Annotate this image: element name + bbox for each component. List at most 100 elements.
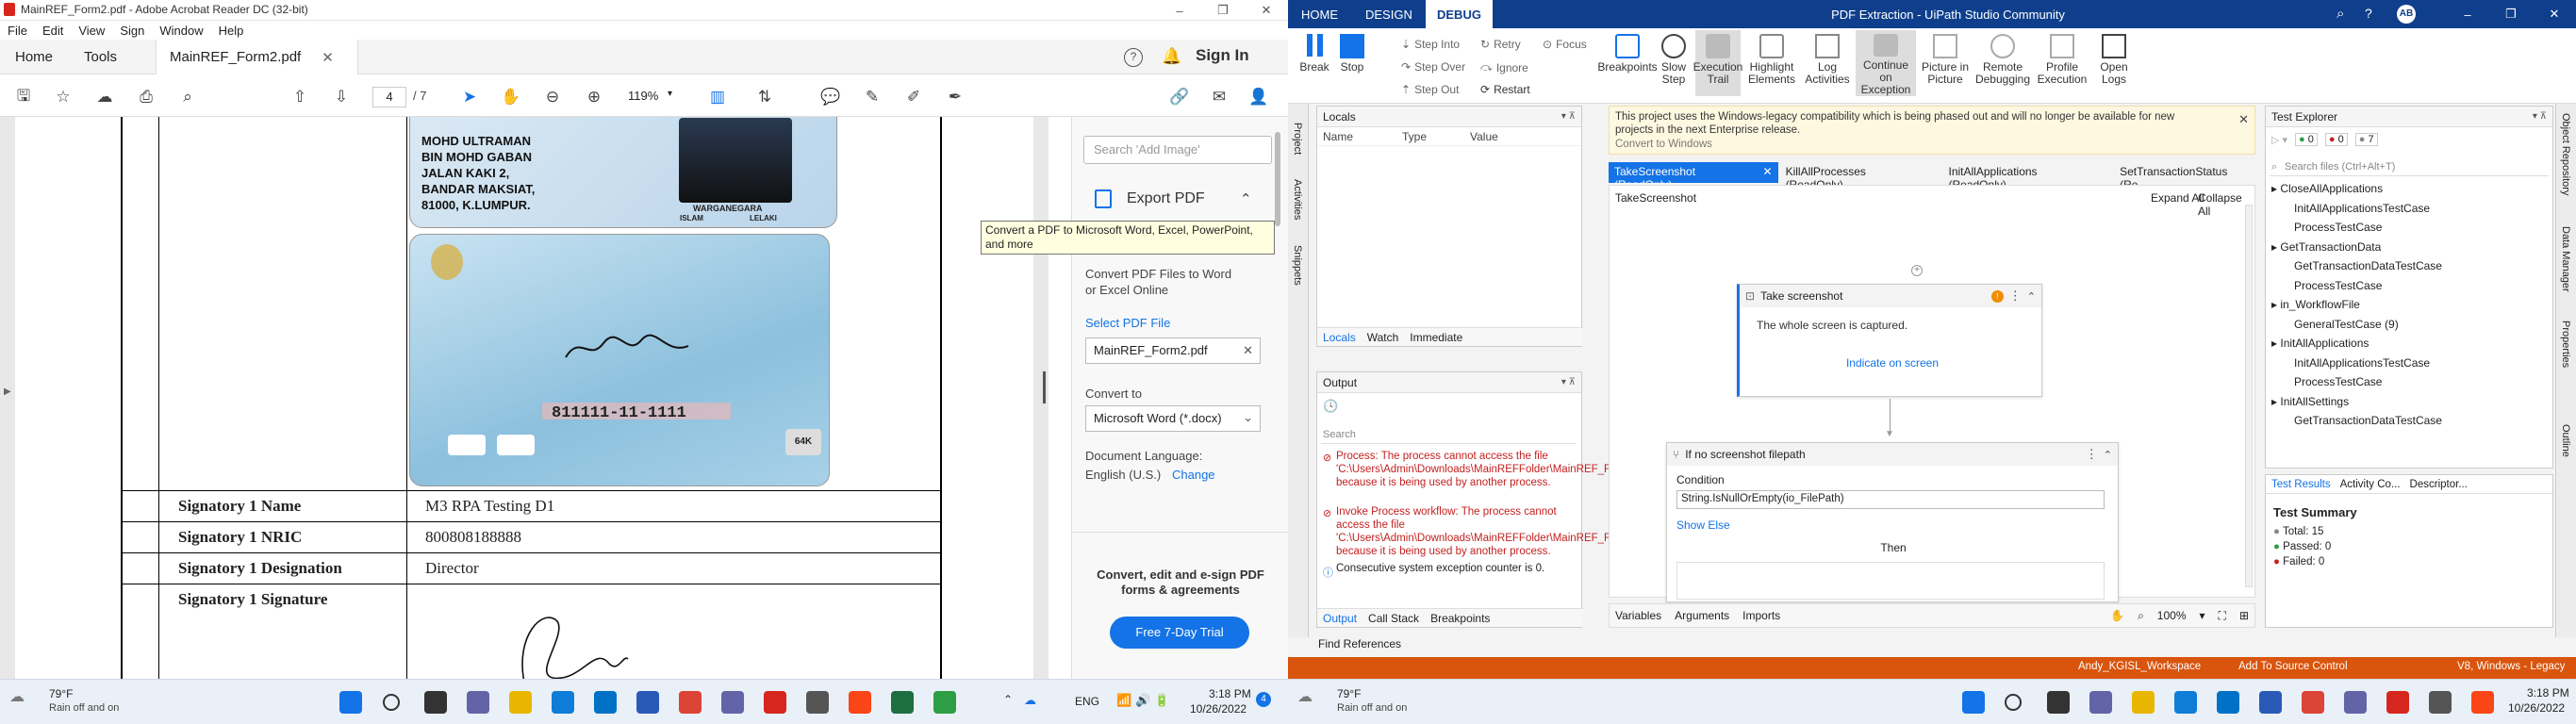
clock-icon[interactable]: 🕓 <box>1323 399 1338 414</box>
change-language-link[interactable]: Change <box>1172 468 1215 482</box>
zoom-search-icon[interactable]: ⌕ <box>177 87 198 107</box>
doc-tab[interactable]: KillAllProcesses (ReadOnly) <box>1778 162 1934 191</box>
tab-tools[interactable]: Tools <box>71 40 130 74</box>
select-cursor-icon[interactable]: ➤ <box>459 87 480 107</box>
test-case-item[interactable]: ProcessTestCase <box>2294 221 2382 234</box>
close-icon[interactable]: ✕ <box>1245 0 1288 21</box>
failed-filter[interactable]: ● 0 <box>2324 133 2348 146</box>
page-up-icon[interactable]: ⇧ <box>289 87 310 107</box>
tab-immediate[interactable]: Immediate <box>1410 331 1462 344</box>
language-indicator[interactable]: ENG <box>1075 695 1099 708</box>
sign-in-link[interactable]: Sign In <box>1196 46 1249 65</box>
rail-activities[interactable]: Activities <box>1292 179 1303 220</box>
open-logs-button[interactable]: Open Logs <box>2095 34 2133 86</box>
collapse-icon[interactable]: ⌃ <box>2027 290 2036 303</box>
task-view-icon[interactable] <box>2047 691 2070 714</box>
tab-call-stack[interactable]: Call Stack <box>1368 612 1419 625</box>
file-explorer-icon[interactable] <box>509 691 532 714</box>
source-control-status[interactable]: Add To Source Control <box>2238 661 2348 672</box>
uipath-taskbar-icon[interactable] <box>849 691 871 714</box>
output-message-info[interactable]: Consecutive system exception counter is … <box>1336 563 1572 574</box>
more-options-icon[interactable]: ⋮ <box>2086 447 2098 462</box>
tab-close-icon[interactable]: ✕ <box>322 49 334 66</box>
test-group-item[interactable]: ▸ InitAllApplications <box>2271 337 2369 350</box>
weather-icon[interactable]: ☁ <box>9 687 25 706</box>
breakpoints-button[interactable]: Breakpoints <box>1597 34 1658 74</box>
uipath-taskbar-icon[interactable] <box>2471 691 2494 714</box>
menu-file[interactable]: File <box>8 24 27 38</box>
fit-screen-icon[interactable]: ⛶ <box>2219 609 2226 623</box>
test-case-item[interactable]: GetTransactionDataTestCase <box>2294 259 2442 272</box>
excel-icon[interactable] <box>891 691 914 714</box>
designer-scrollbar[interactable] <box>2245 205 2253 587</box>
notrun-filter[interactable]: ● 7 <box>2354 133 2378 146</box>
edge-icon[interactable] <box>2174 691 2197 714</box>
test-case-item[interactable]: InitAllApplicationsTestCase <box>2294 202 2430 215</box>
edge-icon[interactable] <box>552 691 574 714</box>
activity-take-screenshot[interactable]: ⊡ Take screenshot ! ⋮ ⌃ The whole screen… <box>1737 284 2042 397</box>
retry-button[interactable]: ↻ Retry <box>1480 38 1521 51</box>
document-view[interactable]: ▶ MOHD ULTRAMAN BIN MOHD GABAN JALAN KAK… <box>0 117 1049 679</box>
tab-test-results[interactable]: Test Results <box>2271 479 2331 490</box>
zoom-level[interactable]: 100% <box>2157 609 2187 622</box>
task-view-icon[interactable] <box>424 691 447 714</box>
wifi-icon[interactable]: 📶 <box>1116 693 1131 708</box>
doc-tab[interactable]: InitAllApplications (ReadOnly) <box>1941 162 2105 191</box>
settings-icon[interactable] <box>2429 691 2452 714</box>
then-container[interactable] <box>1676 562 2105 600</box>
page-layout-icon[interactable]: ▥ <box>707 87 728 107</box>
select-file-label[interactable]: Select PDF File <box>1085 316 1170 330</box>
break-button[interactable]: Break <box>1297 34 1331 74</box>
tab-document[interactable]: MainREF_Form2.pdf ✕ <box>156 40 358 74</box>
step-out-button[interactable]: ⇡ Step Out <box>1401 83 1459 96</box>
rail-object-repository[interactable]: Object Repository <box>2560 113 2571 195</box>
rail-data-manager[interactable]: Data Manager <box>2560 226 2571 292</box>
tab-home-uip[interactable]: HOME <box>1290 0 1349 28</box>
print-icon[interactable]: ⎙ <box>136 87 157 107</box>
restart-button[interactable]: ⟳ Restart <box>1480 83 1530 96</box>
help-icon[interactable]: ? <box>2365 6 2372 21</box>
acrobat-taskbar-icon[interactable] <box>764 691 786 714</box>
log-activities-button[interactable]: Log Activities <box>1803 34 1852 86</box>
test-case-item[interactable]: ProcessTestCase <box>2294 375 2382 388</box>
test-case-item[interactable]: ProcessTestCase <box>2294 279 2382 292</box>
minimize-icon[interactable]: – <box>2446 4 2489 25</box>
chrome-icon[interactable] <box>679 691 702 714</box>
minimize-icon[interactable]: – <box>1158 0 1201 21</box>
free-trial-button[interactable]: Free 7-Day Trial <box>1110 617 1249 649</box>
comment-icon[interactable]: 💬 <box>820 87 841 107</box>
condition-input[interactable]: String.IsNullOrEmpty(io_FilePath) <box>1676 490 2105 509</box>
add-activity-icon[interactable]: + <box>1911 265 1923 276</box>
rail-outline[interactable]: Outline <box>2560 424 2571 457</box>
rail-snippets[interactable]: Snippets <box>1292 245 1303 286</box>
step-into-button[interactable]: ⇣ Step Into <box>1401 38 1460 51</box>
workspace-status[interactable]: Andy_KGISL_Workspace <box>2078 661 2201 672</box>
compat-status[interactable]: V8, Windows - Legacy <box>2457 661 2565 672</box>
tab-descriptor[interactable]: Descriptor... <box>2410 479 2468 490</box>
menu-view[interactable]: View <box>78 24 105 38</box>
weather-temp[interactable]: 79°F <box>1337 687 1361 700</box>
test-group-item[interactable]: ▸ in_WorkflowFile <box>2271 298 2360 311</box>
picture-in-picture-button[interactable]: Picture in Picture <box>1920 34 1971 86</box>
share-link-icon[interactable]: 🔗 <box>1169 87 1190 107</box>
execution-trail-button[interactable]: Execution Trail <box>1693 30 1742 96</box>
tools-scrollbar[interactable] <box>1275 132 1280 226</box>
zoom-level[interactable]: 119% <box>628 89 658 103</box>
activity-if[interactable]: ⑂ If no screenshot filepath ⋮ ⌃ Conditio… <box>1666 442 2119 602</box>
slow-step-button[interactable]: Slow Step <box>1658 34 1690 86</box>
focus-button[interactable]: ⊙ Focus <box>1543 38 1587 51</box>
doc-tab[interactable]: SetTransactionStatus (Re <box>2112 162 2255 191</box>
pen-icon[interactable]: ✎ <box>862 87 883 107</box>
search-icon[interactable] <box>383 694 400 711</box>
find-references-tab[interactable]: Find References <box>1318 637 1401 650</box>
word-icon[interactable] <box>2259 691 2282 714</box>
designer-canvas[interactable]: TakeScreenshot Expand All Collapse All +… <box>1609 185 2255 602</box>
tab-design[interactable]: DESIGN <box>1354 0 1424 28</box>
breadcrumb[interactable]: TakeScreenshot <box>1615 191 1696 205</box>
help-icon[interactable]: ? <box>1124 48 1143 67</box>
weather-icon[interactable]: ☁ <box>1297 687 1313 706</box>
overview-icon[interactable]: ⊞ <box>2239 609 2249 622</box>
close-icon[interactable]: ✕ <box>2533 4 2576 25</box>
tab-debug[interactable]: DEBUG <box>1426 0 1493 28</box>
highlight-icon[interactable]: ✐ <box>903 87 924 107</box>
